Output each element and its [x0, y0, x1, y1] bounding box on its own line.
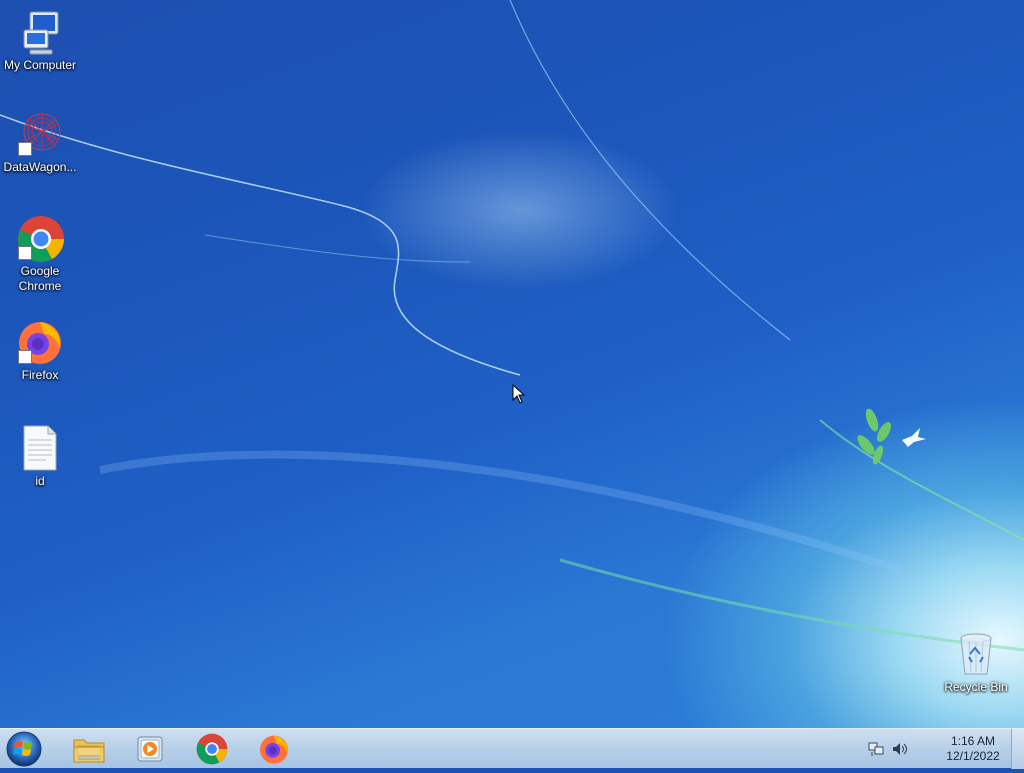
taskbar: 1:16 AM 12/1/2022 [0, 728, 1024, 769]
taskbar-clock[interactable]: 1:16 AM 12/1/2022 [938, 734, 1008, 764]
chrome-icon [196, 733, 228, 765]
desktop: My Computer DataWagon... Google Chrome F… [0, 0, 1024, 728]
desktop-icon-my-computer[interactable]: My Computer [0, 8, 80, 73]
desktop-icon-datawagon[interactable]: DataWagon... [0, 110, 80, 175]
desktop-icon-label: DataWagon... [3, 160, 77, 174]
chrome-icon [16, 214, 64, 262]
taskbar-explorer-button[interactable] [63, 731, 115, 767]
desktop-icon-label: Recycle Bin [944, 680, 1008, 694]
shortcut-arrow-icon [18, 142, 32, 156]
text-file-icon [16, 424, 64, 472]
taskbar-media-player-button[interactable] [124, 731, 176, 767]
desktop-icon-id-file[interactable]: id [0, 424, 80, 489]
mouse-cursor-icon [512, 384, 526, 404]
computer-icon [16, 8, 64, 56]
desktop-icon-firefox[interactable]: Firefox [0, 318, 80, 383]
wallpaper-streaks [0, 0, 1024, 652]
show-desktop-button[interactable] [1011, 729, 1024, 769]
firefox-icon [16, 318, 64, 366]
shortcut-arrow-icon [18, 246, 32, 260]
volume-icon[interactable] [892, 741, 908, 757]
desktop-icon-label: My Computer [3, 58, 77, 72]
datawagon-icon [16, 110, 64, 158]
desktop-icon-google-chrome[interactable]: Google Chrome [0, 214, 80, 294]
desktop-icon-label: Google Chrome [18, 264, 62, 293]
taskbar-chrome-button[interactable] [186, 731, 238, 767]
clock-date: 12/1/2022 [946, 749, 1000, 763]
desktop-icon-label: id [35, 474, 45, 488]
system-tray: 1:16 AM 12/1/2022 [868, 729, 1008, 769]
firefox-icon [260, 735, 288, 764]
network-icon[interactable] [868, 741, 884, 757]
recycle-bin-icon [952, 630, 1000, 678]
desktop-icon-label: Firefox [21, 368, 59, 382]
leaves-decoration [857, 408, 891, 465]
bird-decoration [902, 428, 926, 447]
desktop-icon-recycle-bin[interactable]: Recycle Bin [936, 630, 1016, 695]
start-button[interactable] [4, 730, 44, 768]
media-player-icon [137, 736, 163, 762]
clock-time: 1:16 AM [950, 734, 996, 748]
taskbar-firefox-button[interactable] [248, 731, 300, 767]
folder-icon [73, 739, 105, 763]
windows-start-icon [6, 731, 42, 767]
shortcut-arrow-icon [18, 350, 32, 364]
